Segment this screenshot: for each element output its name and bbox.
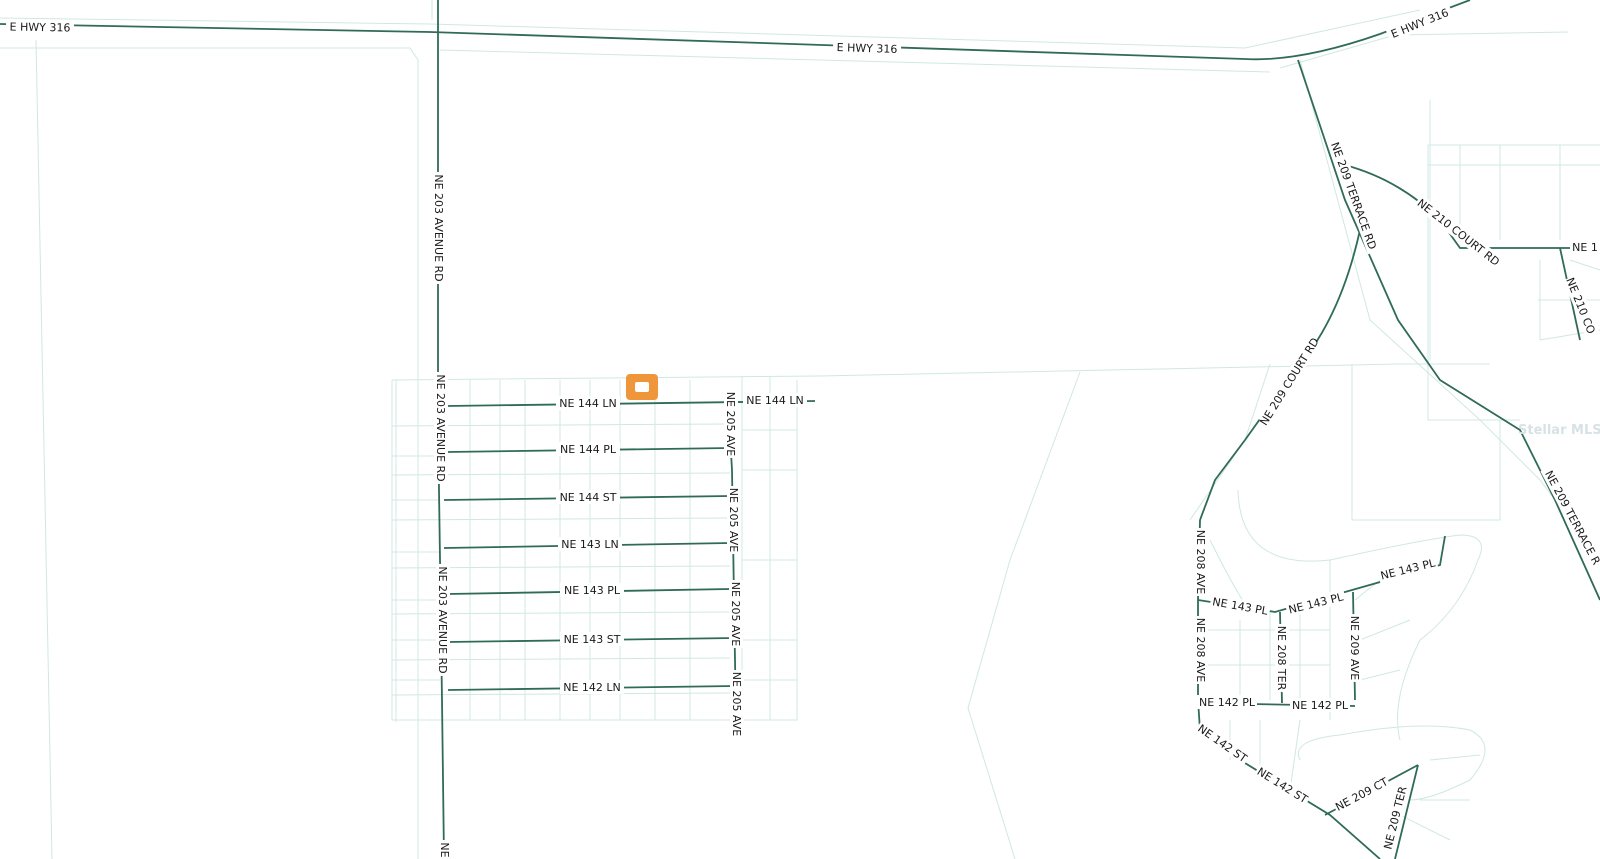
label-143-ln: NE 143 LN xyxy=(561,538,619,551)
label-142-pl-b: NE 142 PL xyxy=(1292,699,1349,712)
street-labels: E HWY 316 E HWY 316 E HWY 316 NE 203 AVE… xyxy=(5,3,1600,859)
label-205-d: NE 205 AVE xyxy=(730,672,743,737)
label-209-ct: NE 209 CT xyxy=(1333,775,1390,814)
label-143-pl-e2: NE 143 PL xyxy=(1287,590,1345,616)
label-143-st: NE 143 ST xyxy=(564,633,621,646)
label-208-ter: NE 208 TER xyxy=(1275,626,1288,691)
roads xyxy=(0,0,1600,859)
label-210-co: NE 210 CO xyxy=(1563,276,1597,336)
label-205-b: NE 205 AVE xyxy=(727,488,740,553)
label-209-terrace-b: NE 209 TERRACE R xyxy=(1542,468,1600,567)
parcel-map[interactable]: Stellar MLS E HWY 316 E HWY 316 E HWY 31… xyxy=(0,0,1600,859)
label-209-terrace-a: NE 209 TERRACE RD xyxy=(1328,140,1379,251)
label-203-a: NE 203 AVENUE RD xyxy=(432,174,445,281)
label-143-pl-e1: NE 143 PL xyxy=(1211,595,1269,618)
label-144-ln-a: NE 144 LN xyxy=(559,397,617,410)
road-ne-209-terrace-rd xyxy=(1297,59,1600,601)
label-205-c: NE 205 AVE xyxy=(729,582,742,647)
label-ne-1-partial: NE 1 xyxy=(1572,241,1598,254)
label-203-b: NE 203 AVENUE RD xyxy=(434,374,447,481)
label-143-pl: NE 143 PL xyxy=(564,584,621,597)
road-e-hwy-316 xyxy=(0,0,1471,61)
label-hwy-mid: E HWY 316 xyxy=(836,41,897,56)
label-209-ave: NE 209 AVE xyxy=(1348,616,1361,681)
label-144-ln-b: NE 144 LN xyxy=(746,394,804,407)
label-203-c: NE 203 AVENUE RD xyxy=(436,566,449,673)
parcel-highlight-icon[interactable] xyxy=(626,374,658,400)
label-143-pl-e3: NE 143 PL xyxy=(1379,556,1437,582)
parcel-boundaries xyxy=(0,0,1600,859)
label-209-court: NE 209 COURT RD xyxy=(1257,336,1321,428)
label-208-ave-a: NE 208 AVE xyxy=(1194,530,1207,595)
label-hwy-right: E HWY 316 xyxy=(1389,6,1450,41)
label-hwy-left: E HWY 316 xyxy=(9,20,70,34)
label-142-pl-a: NE 142 PL xyxy=(1199,696,1256,709)
label-208-ave-b: NE 208 AVE xyxy=(1194,618,1207,683)
label-142-st-b: NE 142 ST xyxy=(1255,765,1310,806)
label-142-ln: NE 142 LN xyxy=(563,681,621,694)
label-203-d: NE xyxy=(438,842,451,857)
label-142-st-a: NE 142 ST xyxy=(1195,722,1249,765)
watermark: Stellar MLS xyxy=(1518,423,1600,438)
label-144-st: NE 144 ST xyxy=(560,491,617,504)
label-205-a: NE 205 AVE xyxy=(724,392,737,457)
road-ne-209-court-rd xyxy=(1199,229,1361,521)
label-144-pl: NE 144 PL xyxy=(560,443,617,456)
